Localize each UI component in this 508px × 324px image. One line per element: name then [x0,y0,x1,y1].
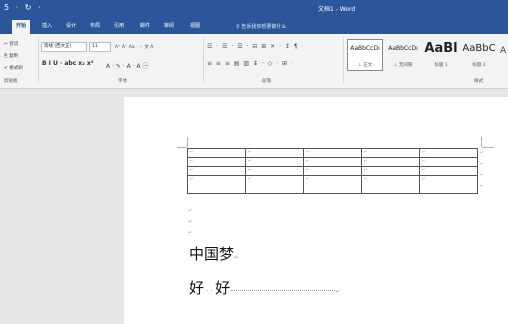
line-text-left: 好 [189,279,205,297]
quick-access-toolbar[interactable]: 5 · ↻ · [4,3,43,12]
style-heading-1[interactable]: AaBl 标题 1 [423,39,459,71]
table-row: ↵ ↵ ↵ ↵ ↵ [187,175,478,194]
table-cell[interactable]: ↵ [187,166,246,176]
tab-home[interactable]: 开始 [12,20,31,34]
row-end-mark: ↵ [480,172,484,177]
style-label: ⊥ 无间隔 [393,63,413,68]
tab-insert[interactable]: 插入 [38,21,56,32]
font-size-combobox[interactable]: 11 [89,42,111,52]
row-end-mark: ↵ [480,183,484,188]
table-cell[interactable]: ↵ [361,148,420,158]
table-cell[interactable]: ↵ [187,157,246,167]
table-cell[interactable]: ↵ [419,166,478,176]
paragraph-mark: ↵ [188,230,193,236]
table-cell[interactable]: ↵ [361,166,420,176]
table-cell[interactable]: ↵ [303,175,362,194]
alignment-controls[interactable]: ≡ ≡ ≡ ▤ ▥ ↨ · ◇ · ⊞ · [207,60,294,67]
tab-references[interactable]: 引用 [110,21,128,32]
line-text-right: 好 [215,279,231,297]
table-cell[interactable]: ↵ [245,175,304,194]
paragraph-mark: ↵ [335,288,341,295]
style-heading-2[interactable]: AaBbC 标题 2 [461,39,497,71]
style-preview: AaBbC [462,43,496,54]
document-line[interactable]: 好 · · 好 ↵ [189,277,340,298]
heading-text: 中国梦 [189,245,235,263]
table-cell[interactable]: ↵ [419,157,478,167]
group-divider [203,37,204,83]
space-marks: · · [204,287,216,295]
table-cell[interactable]: ↵ [303,166,362,176]
font-size-controls[interactable]: A⁺ A⁻ Aa · ♢ 文 A [115,44,153,50]
margin-crop-mark [482,147,494,148]
style-preview: AaBbCcDı [388,45,418,52]
table-cell[interactable]: ↵ [187,175,246,194]
styles-group-label: 样式 [474,79,483,84]
style-normal[interactable]: AaBbCcDı ⊥ 正文 [347,39,383,71]
style-preview: AaBl [424,41,458,56]
table-cell[interactable]: ↵ [419,148,478,158]
font-color-controls[interactable]: A · ✎ · A · A ㊀ [106,61,148,70]
tab-layout[interactable]: 布局 [86,21,104,32]
table-row: ↵ ↵ ↵ ↵ ↵ [187,166,478,176]
list-indent-controls[interactable]: ☰ · ☰ · ☰ · ⊟ ⊞ ✕ · ↕ ¶ [207,43,299,50]
style-label: 标题 2 [472,63,486,68]
tab-mailings[interactable]: 邮件 [136,21,154,32]
row-end-mark: ↵ [480,161,484,166]
style-preview: AaBbCcDı [350,45,380,52]
style-no-spacing[interactable]: AaBbCcDı ⊥ 无间隔 [385,39,421,71]
document-heading[interactable]: 中国梦↵ [189,243,239,264]
ribbon-tabs: 开始 插入 设计 布局 引用 邮件 审阅 视图 ♀ 告诉我你想要做什么 [0,18,508,34]
row-end-mark: ↵ [480,150,484,155]
margin-crop-mark [177,147,187,148]
margin-crop-mark [481,137,482,147]
styles-more-button[interactable]: A [500,46,506,56]
paragraph-group-label: 段落 [262,79,271,84]
table-cell[interactable]: ↵ [245,148,304,158]
table-cell[interactable]: ↵ [187,148,246,158]
font-group-label: 字体 [118,79,127,84]
table-cell[interactable]: ↵ [303,148,362,158]
cut-button[interactable]: ✂ 剪切 [4,41,18,47]
tell-me-search[interactable]: ♀ 告诉我你想要做什么 [236,23,286,30]
group-divider [38,37,39,83]
group-divider [343,37,344,83]
table-row: ↵ ↵ ↵ ↵ ↵ [187,148,478,158]
table-cell[interactable]: ↵ [303,157,362,167]
title-bar: 5 · ↻ · 文档1 - Word [0,0,508,18]
table-cell[interactable]: ↵ [245,166,304,176]
table-row: ↵ ↵ ↵ ↵ ↵ [187,157,478,167]
paragraph-mark: ↵ [188,208,193,214]
tab-view[interactable]: 视图 [186,21,204,32]
format-buttons[interactable]: B I U · abc x₂ x² [42,60,93,67]
copy-button[interactable]: ⎘ 复制 [4,53,18,59]
document-table[interactable]: ↵ ↵ ↵ ↵ ↵ ↵ ↵ ↵ ↵ ↵ ↵ ↵ ↵ ↵ ↵ ↵ ↵ ↵ ↵ ↵ [187,148,478,194]
workspace-background [0,89,124,324]
format-painter-button[interactable]: ✔ 格式刷 [4,65,23,71]
margin-crop-mark [187,137,188,147]
style-label: 标题 1 [434,63,448,68]
style-label: ⊥ 正文 [357,63,373,68]
table-cell[interactable]: ↵ [361,175,420,194]
font-name-combobox[interactable]: 等线 (西文正) [41,42,87,52]
tab-review[interactable]: 审阅 [160,21,178,32]
tab-design[interactable]: 设计 [62,21,80,32]
table-cell[interactable]: ↵ [245,157,304,167]
table-cell[interactable]: ↵ [419,175,478,194]
ribbon: ✂ 剪切 ⎘ 复制 ✔ 格式刷 剪贴板 等线 (西文正) 11 A⁺ A⁻ Aa… [0,34,508,89]
tab-leader-dots [231,290,336,291]
clipboard-group-label: 剪贴板 [4,79,18,84]
paragraph-mark: ↵ [188,219,193,225]
paragraph-mark: ↵ [234,254,240,261]
document-page[interactable]: ↵ ↵ ↵ ↵ ↵ ↵ ↵ ↵ ↵ ↵ ↵ ↵ ↵ ↵ ↵ ↵ ↵ ↵ ↵ ↵ … [124,97,508,324]
window-title: 文档1 - Word [318,6,356,13]
table-cell[interactable]: ↵ [361,157,420,167]
